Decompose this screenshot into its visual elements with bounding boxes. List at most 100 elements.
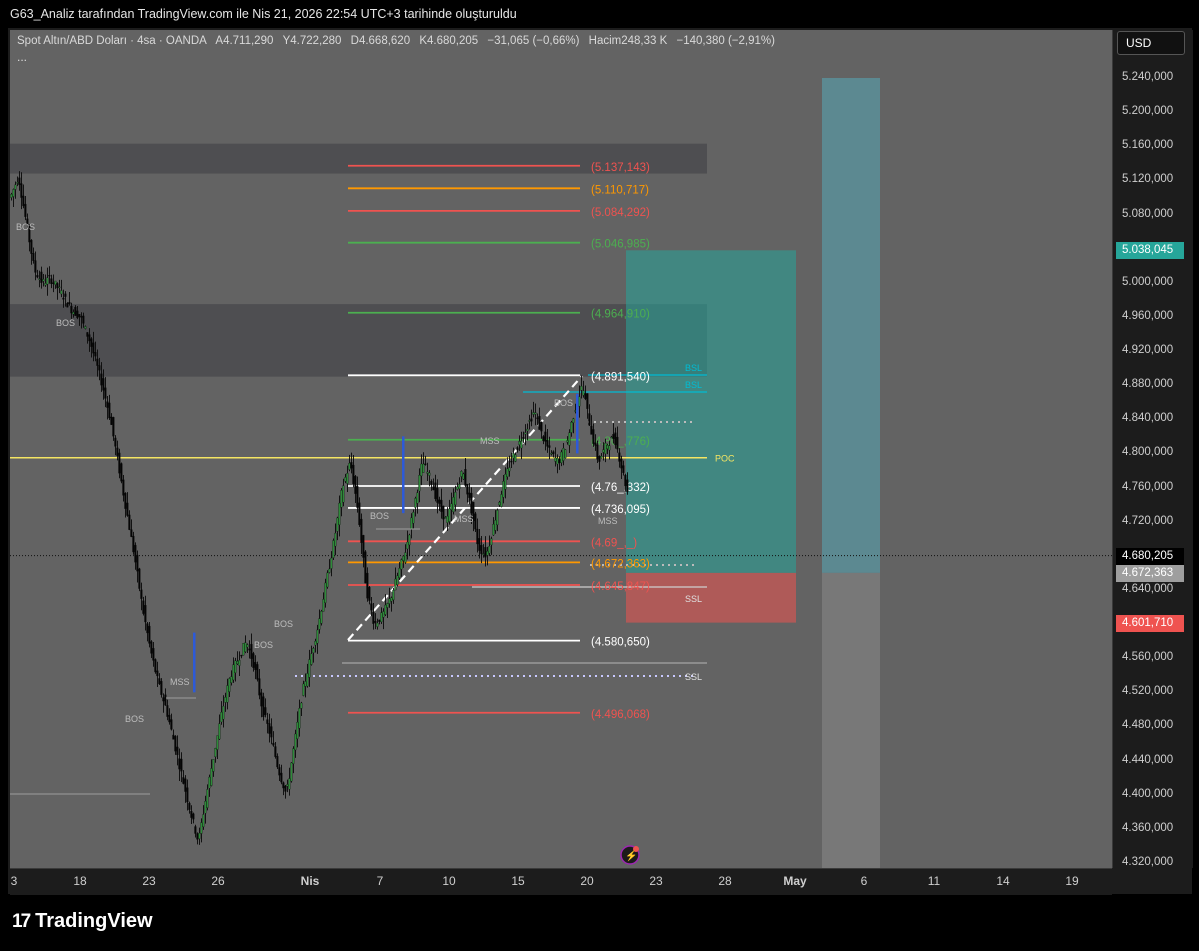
fib-level-label: (4.80_,776) bbox=[591, 436, 650, 448]
candle-body bbox=[510, 460, 513, 463]
candle-body bbox=[346, 473, 349, 484]
candle-body bbox=[432, 486, 435, 491]
candle-body bbox=[300, 702, 303, 709]
tradingview-logo[interactable]: 17 TradingView bbox=[12, 910, 153, 933]
candle-body bbox=[258, 678, 261, 696]
candle-body bbox=[256, 664, 259, 680]
candle-body bbox=[106, 401, 109, 408]
price-tick: 4.920,000 bbox=[1122, 344, 1174, 357]
price-label: 4.672,363 bbox=[1116, 564, 1184, 582]
structure-label: BOS bbox=[254, 640, 273, 650]
candle-body bbox=[492, 524, 495, 536]
open-label: A bbox=[215, 35, 224, 47]
candle-body bbox=[336, 517, 339, 532]
price-chart[interactable]: POC BSL BSL SSL SSL (5.137,143) (5.110,717) (5.… bbox=[10, 30, 1112, 868]
candle-body bbox=[296, 722, 299, 739]
candle-body bbox=[378, 619, 381, 622]
candle-body bbox=[166, 705, 169, 717]
time-tick: 18 bbox=[73, 874, 87, 888]
time-axis[interactable] bbox=[10, 868, 1112, 895]
candle-body bbox=[616, 436, 619, 450]
fib-level-label: (4.76_,832) bbox=[591, 482, 650, 494]
candle-body bbox=[268, 723, 271, 734]
tradingview-mark-icon: 17 bbox=[12, 911, 31, 932]
candle-body bbox=[86, 332, 89, 337]
structure-label: BOS bbox=[16, 222, 35, 232]
candle-body bbox=[458, 484, 461, 489]
candle-body bbox=[602, 449, 605, 453]
candle-body bbox=[48, 275, 51, 277]
candle-body bbox=[374, 621, 377, 623]
candle-body bbox=[18, 177, 21, 186]
candle-body bbox=[200, 822, 203, 834]
price-tick: 5.080,000 bbox=[1122, 207, 1174, 220]
candle-body bbox=[194, 826, 197, 834]
candle-body bbox=[214, 748, 217, 758]
candle-body bbox=[196, 833, 199, 840]
bsl-label: BSL bbox=[685, 380, 702, 390]
time-tick: 23 bbox=[649, 874, 663, 888]
candle-body bbox=[548, 445, 551, 448]
candle-body bbox=[356, 486, 359, 508]
candle-body bbox=[16, 182, 19, 184]
candle-body bbox=[584, 393, 587, 400]
more-indicators-button[interactable]: ... bbox=[17, 50, 27, 64]
candle-body bbox=[72, 312, 75, 315]
candle-body bbox=[206, 789, 209, 808]
candle-body bbox=[190, 810, 193, 818]
currency-button[interactable]: USD bbox=[1117, 31, 1185, 55]
candle-body bbox=[478, 538, 481, 551]
candle-body bbox=[120, 463, 123, 482]
candle-body bbox=[620, 458, 623, 469]
candle-body bbox=[494, 520, 497, 531]
candle-body bbox=[560, 451, 563, 463]
structure-label: BOS bbox=[274, 619, 293, 629]
candle-body bbox=[488, 546, 491, 554]
candle-body bbox=[452, 497, 455, 513]
candle-body bbox=[592, 429, 595, 444]
structure-label: MSS bbox=[170, 677, 190, 687]
candle-body bbox=[316, 629, 319, 644]
price-tick: 4.560,000 bbox=[1122, 651, 1174, 664]
candle-body bbox=[58, 286, 61, 289]
candle-body bbox=[406, 541, 409, 550]
candle-body bbox=[462, 473, 465, 480]
candle-body bbox=[352, 464, 355, 485]
poc-label: POC bbox=[715, 454, 735, 464]
price-tick: 4.400,000 bbox=[1122, 787, 1174, 800]
candle-body bbox=[10, 194, 13, 198]
candle-body bbox=[288, 778, 291, 790]
candle-body bbox=[78, 314, 81, 317]
candle-body bbox=[552, 451, 555, 455]
chart-plot[interactable]: POC BSL BSL SSL SSL (5.137,143) (5.110,717) (5.… bbox=[10, 30, 1112, 868]
price-tick: 4.320,000 bbox=[1122, 856, 1174, 868]
candle-body bbox=[60, 290, 63, 295]
symbol-name[interactable]: Spot Altın/ABD Doları · 4sa · OANDA bbox=[17, 35, 206, 47]
price-tick: 4.960,000 bbox=[1122, 309, 1174, 322]
time-tick: 11 bbox=[927, 874, 941, 888]
close-label: K bbox=[419, 35, 427, 47]
bsl-label: BSL bbox=[685, 363, 702, 373]
candle-body bbox=[204, 801, 207, 814]
candle-body bbox=[338, 502, 341, 525]
candle-body bbox=[248, 648, 251, 651]
candle-body bbox=[486, 551, 489, 556]
candle-body bbox=[274, 746, 277, 757]
candle-body bbox=[402, 555, 405, 561]
candle-body bbox=[160, 680, 163, 695]
candle-body bbox=[298, 708, 301, 729]
candle-body bbox=[398, 568, 401, 578]
volume-change: −140,380 (−2,91%) bbox=[676, 35, 775, 47]
candle-body bbox=[92, 342, 95, 354]
candle-body bbox=[222, 705, 225, 720]
candle-body bbox=[252, 653, 255, 668]
brand-name: TradingView bbox=[35, 910, 153, 932]
candle-body bbox=[474, 513, 477, 530]
candle-body bbox=[74, 306, 77, 316]
high-value: 4.722,280 bbox=[290, 35, 342, 47]
candle-body bbox=[140, 589, 143, 599]
candle-body bbox=[416, 492, 419, 504]
time-tick: Nis bbox=[300, 874, 320, 888]
structure-label: MSS bbox=[454, 514, 474, 524]
candle-body bbox=[332, 540, 335, 558]
